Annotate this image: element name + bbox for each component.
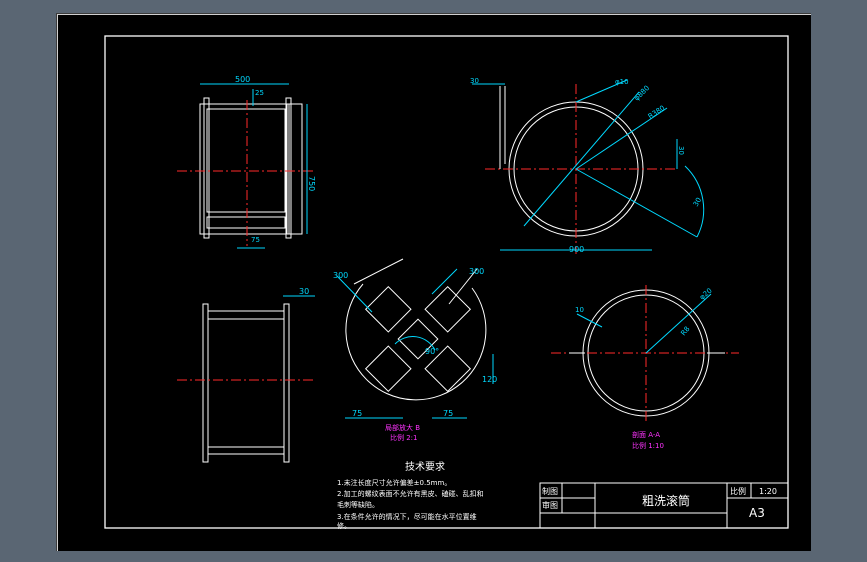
dim-bot-right: 75	[443, 409, 453, 418]
dim-front-height: 750	[307, 176, 316, 191]
dim-arc-30: 30	[692, 196, 703, 208]
dim-phi880: φ880	[633, 84, 651, 102]
tech-requirements: 技术要求 1.未注长度尺寸允许偏差±0.5mm。 2.加工的螺纹表面不允许有黑皮…	[337, 460, 484, 530]
dim-ring2-d: φ20	[698, 287, 714, 302]
dim-plate-right: 300	[469, 267, 484, 276]
dim-plate-angle: 90°	[425, 347, 439, 356]
plate-note-2: 比例 2:1	[390, 433, 418, 442]
dim-plate-left: 300	[333, 271, 348, 280]
dim-front-width: 500	[235, 75, 250, 84]
dim-top-small: 25	[255, 89, 264, 97]
dim-plate-offset: 120	[482, 375, 497, 384]
drum2-mesh-area	[207, 318, 285, 448]
plate-window-left	[364, 285, 412, 333]
tech-line-5: 修。	[337, 521, 351, 530]
dim-ring-right: 30	[677, 146, 685, 155]
plate-arm-left	[353, 258, 404, 285]
tech-heading: 技术要求	[405, 460, 445, 473]
drum-front-outline	[199, 103, 290, 235]
drawing-sheet: 500 25 750 75 30 30 φ10 φ880 R380 30 30 …	[56, 13, 811, 551]
tb-checked-label: 审图	[542, 500, 558, 510]
dim-bot-left: 75	[352, 409, 362, 418]
dim-r380: R380	[647, 104, 667, 121]
dim-bottom-small: 75	[251, 236, 260, 244]
tech-line-3: 毛刺等缺陷。	[337, 500, 379, 509]
dim-side-offset: 30	[299, 287, 309, 296]
tech-line-1: 1.未注长度尺寸允许偏差±0.5mm。	[337, 478, 451, 487]
drum2-left-flange	[202, 303, 209, 463]
tb-part-name: 粗洗滚筒	[642, 493, 690, 508]
title-block: 制图 审图 粗洗滚筒 比例 1:20 A3	[539, 482, 789, 529]
section-ring-view: 10 φ20 R8 剖面 A-A 比例 1:10	[551, 285, 739, 450]
tech-line-2: 2.加工的螺纹表面不允许有黑皮、磕碰、乱扣和	[337, 489, 484, 498]
drum2-right-flange	[283, 303, 290, 463]
tech-line-4: 3.在条件允许的情况下，尽可能在水平位置维	[337, 512, 477, 521]
dim-ring-left: 30	[470, 77, 479, 85]
ring-view: 30 φ10 φ880 R380 30 30 900	[470, 77, 705, 254]
dim-ring-width: 900	[569, 245, 584, 254]
tb-scale-value: 1:20	[759, 487, 777, 496]
section-note-2: 比例 1:10	[632, 441, 664, 450]
dim-plate-left-line	[336, 275, 373, 313]
tb-drawn-label: 制图	[542, 486, 558, 496]
drum-lower-view: 30	[177, 287, 315, 463]
cross-plate-view: 300 300 90° 120 75 75 局部放大 B 比例 2:1	[333, 258, 497, 442]
section-note-1: 剖面 A-A	[632, 430, 660, 439]
tb-sheet-size: A3	[749, 506, 765, 520]
dim-arc-leader	[575, 168, 698, 238]
plate-outer-arc	[345, 283, 487, 401]
drum-mesh-area	[206, 108, 286, 213]
drawing-canvas: 500 25 750 75 30 30 φ10 φ880 R380 30 30 …	[104, 35, 789, 530]
drum-front-view: 500 25 750 75	[177, 75, 316, 249]
drum-mesh-bottom	[206, 216, 286, 229]
dim-phi10: φ10	[615, 78, 629, 86]
tb-scale-label: 比例	[730, 486, 746, 496]
dim-ring2-r: R8	[679, 325, 691, 337]
dim-ring2-left: 10	[575, 306, 584, 314]
plate-note-1: 局部放大 B	[385, 423, 420, 432]
